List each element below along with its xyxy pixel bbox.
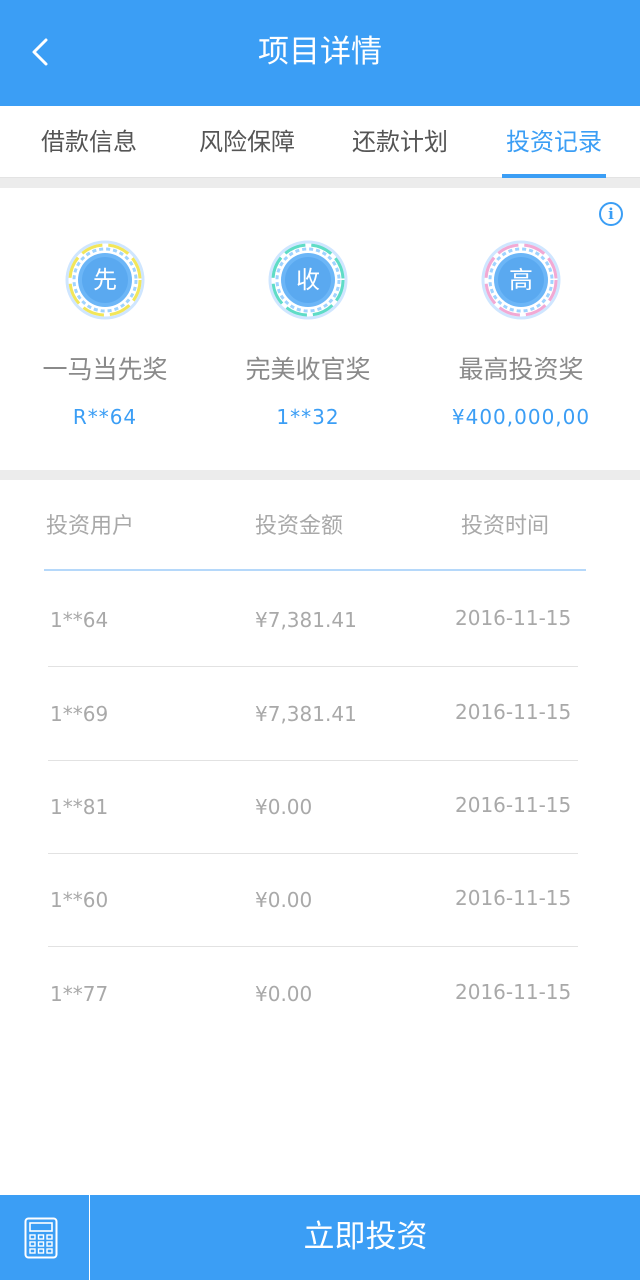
cell-time: 2016-11-15: [455, 793, 572, 817]
award-winner: 1**32: [276, 405, 340, 429]
cell-amount: ¥0.00: [255, 888, 313, 912]
invest-now-button[interactable]: 立即投资: [91, 1195, 640, 1280]
table-row: 1**69 ¥7,381.41 2016-11-15: [48, 667, 578, 761]
page-title: 项目详情: [258, 34, 382, 70]
cell-user: 1**64: [50, 608, 109, 632]
badge-char: 高: [509, 266, 533, 294]
cell-user: 1**81: [50, 795, 109, 819]
cell-time: 2016-11-15: [455, 606, 572, 630]
cell-user: 1**69: [50, 702, 109, 726]
award-top-investment: 高 最高投资奖 ¥400,000,00: [421, 238, 621, 432]
bottom-action-bar: 立即投资: [0, 1195, 640, 1280]
first-badge-icon: 先: [65, 240, 145, 320]
cell-time: 2016-11-15: [455, 700, 572, 724]
table-row: 1**77 ¥0.00 2016-11-15: [48, 947, 578, 1041]
table-row: 1**64 ¥7,381.41 2016-11-15: [48, 573, 578, 667]
cell-amount: ¥0.00: [255, 982, 313, 1006]
finish-badge-icon: 收: [268, 240, 348, 320]
badge-char: 收: [296, 266, 320, 294]
tab-label: 还款计划: [352, 128, 448, 156]
award-name: 最高投资奖: [458, 355, 584, 384]
cell-time: 2016-11-15: [455, 980, 572, 1004]
cell-user: 1**77: [50, 982, 109, 1006]
header-bar: 项目详情: [0, 0, 640, 106]
tab-bar: 借款信息 风险保障 还款计划 投资记录: [0, 106, 640, 178]
calculator-button[interactable]: [0, 1195, 90, 1280]
tab-label: 风险保障: [199, 128, 295, 156]
records-table-header: 投资用户 投资金额 投资时间: [44, 505, 586, 571]
tab-investment-records[interactable]: 投资记录: [502, 124, 606, 178]
column-header-user: 投资用户: [46, 514, 135, 539]
cell-user: 1**60: [50, 888, 109, 912]
cell-amount: ¥0.00: [255, 795, 313, 819]
info-icon[interactable]: i: [599, 202, 623, 226]
award-name: 完美收官奖: [245, 355, 371, 384]
tab-risk-guarantee[interactable]: 风险保障: [190, 124, 304, 178]
tab-loan-info[interactable]: 借款信息: [32, 124, 146, 178]
table-row: 1**60 ¥0.00 2016-11-15: [48, 853, 578, 947]
cell-amount: ¥7,381.41: [255, 702, 357, 726]
cell-amount: ¥7,381.41: [255, 608, 357, 632]
tab-repayment-plan[interactable]: 还款计划: [343, 124, 457, 178]
award-first-investor: 先 一马当先奖 R**64: [5, 238, 205, 432]
column-header-amount: 投资金额: [255, 514, 344, 539]
section-divider: [0, 178, 640, 188]
tab-label: 投资记录: [506, 128, 602, 156]
award-winner: R**64: [72, 405, 138, 429]
top-badge-icon: 高: [481, 240, 561, 320]
calculator-icon: [24, 1217, 58, 1259]
column-header-time: 投资时间: [461, 514, 550, 539]
cell-time: 2016-11-15: [455, 886, 572, 910]
award-name: 一马当先奖: [42, 355, 168, 384]
badge-char: 先: [93, 266, 117, 294]
tab-label: 借款信息: [41, 128, 137, 156]
award-perfect-finish: 收 完美收官奖 1**32: [208, 238, 408, 432]
section-divider: [0, 470, 640, 480]
award-winner: ¥400,000,00: [451, 405, 591, 429]
table-row: 1**81 ¥0.00 2016-11-15: [48, 760, 578, 854]
